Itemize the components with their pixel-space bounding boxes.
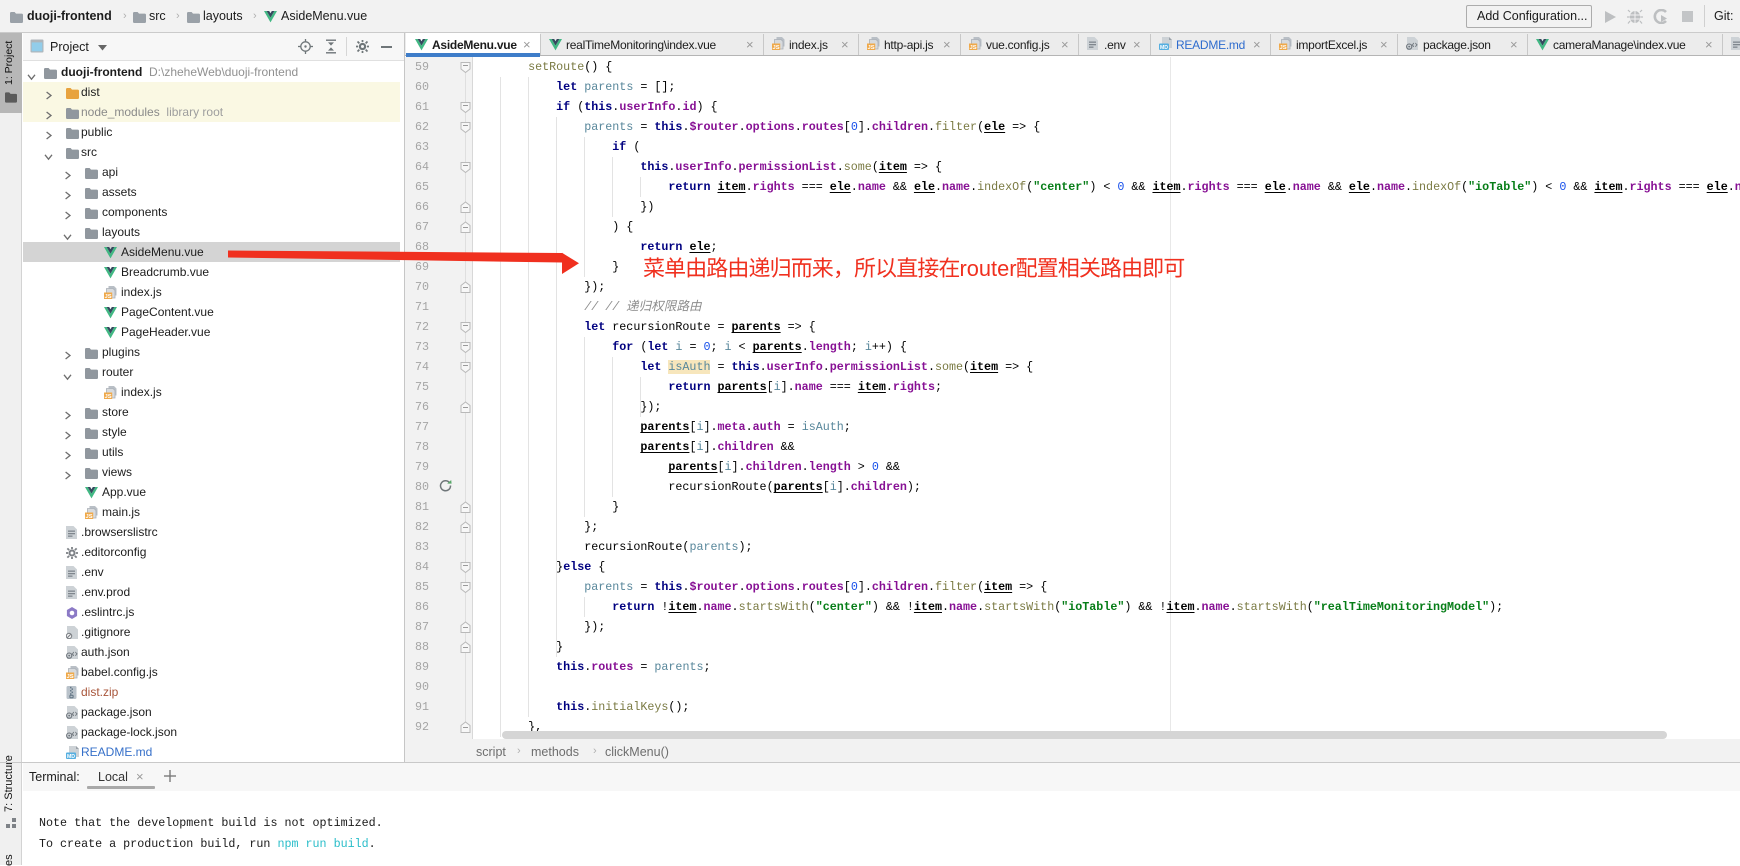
svg-text:router: router bbox=[960, 256, 1017, 281]
svg-text:JS: JS bbox=[1280, 45, 1287, 50]
svg-text:JS: JS bbox=[67, 674, 74, 679]
svg-text:JS: JS bbox=[105, 394, 112, 399]
svg-text:JS: JS bbox=[773, 45, 780, 50]
svg-text:JS: JS bbox=[970, 45, 977, 50]
svg-text:JS: JS bbox=[868, 45, 875, 50]
svg-text:MD: MD bbox=[67, 754, 75, 759]
svg-text:JS: JS bbox=[86, 514, 93, 519]
svg-text:MD: MD bbox=[1160, 45, 1168, 50]
svg-text:JS: JS bbox=[105, 294, 112, 299]
